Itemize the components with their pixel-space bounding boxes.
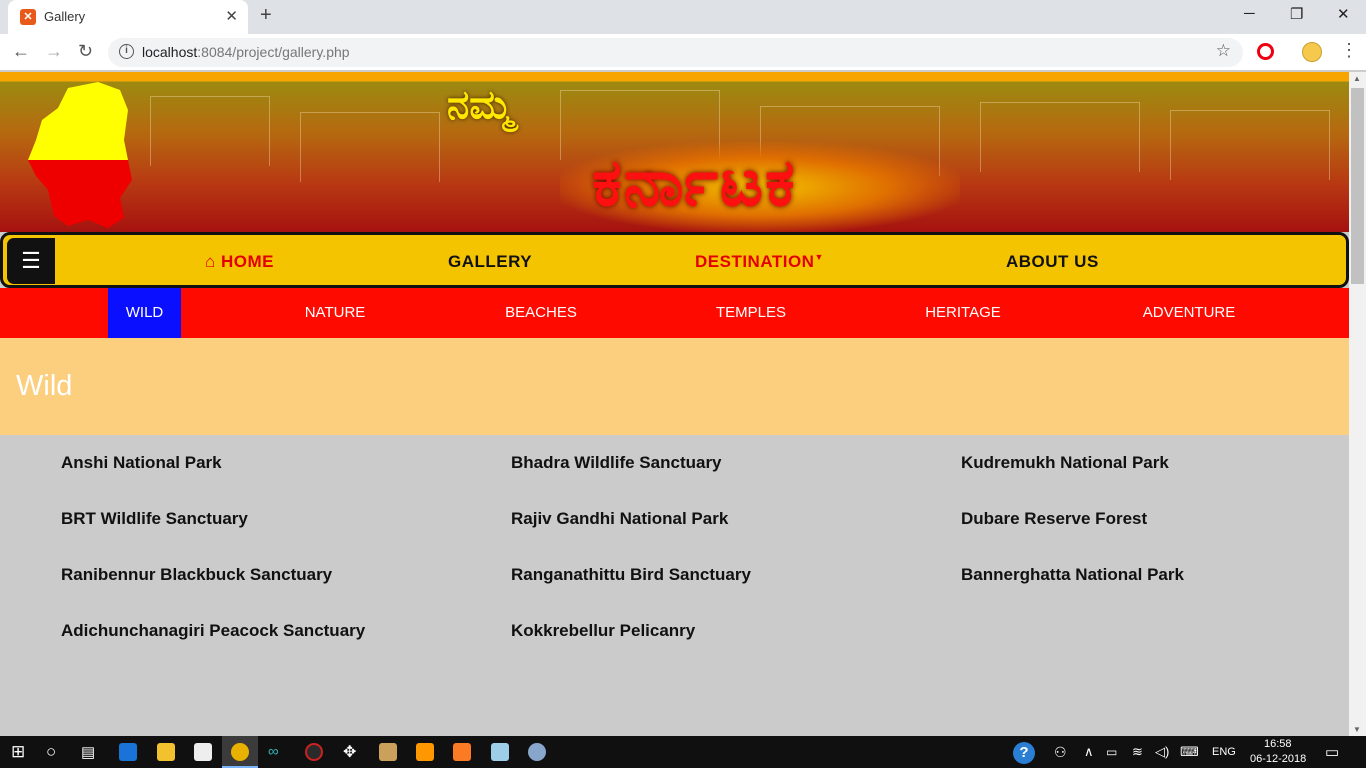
- notepad-icon[interactable]: [491, 743, 509, 761]
- keyboard-icon[interactable]: ⌨: [1180, 744, 1199, 760]
- subnav-wild[interactable]: WILD: [108, 288, 181, 338]
- tray-chevron-icon[interactable]: ∧: [1084, 744, 1094, 760]
- place-link[interactable]: BRT Wildlife Sanctuary: [61, 509, 248, 529]
- nav-destination[interactable]: DESTINATION▼: [695, 252, 824, 272]
- subnav-nature[interactable]: NATURE: [290, 288, 380, 338]
- place-link[interactable]: Dubare Reserve Forest: [961, 509, 1147, 529]
- category-subnav: WILD NATURE BEACHES TEMPLES HERITAGE ADV…: [0, 288, 1349, 338]
- subnav-heritage[interactable]: HERITAGE: [913, 288, 1013, 338]
- help-icon[interactable]: ?: [1013, 742, 1035, 764]
- page-scrollbar[interactable]: ▲ ▼: [1349, 72, 1366, 736]
- subnav-adventure[interactable]: ADVENTURE: [1132, 288, 1246, 338]
- scroll-down-icon[interactable]: ▼: [1353, 725, 1361, 734]
- windows-start-icon[interactable]: ⊞: [11, 742, 25, 762]
- subnav-beaches[interactable]: BEACHES: [495, 288, 587, 338]
- file-explorer-icon[interactable]: [157, 743, 175, 761]
- paint-icon[interactable]: [379, 743, 397, 761]
- category-header: Wild: [0, 338, 1349, 435]
- arduino-icon[interactable]: ∞: [268, 743, 279, 760]
- xampp-icon[interactable]: [453, 743, 471, 761]
- category-title: Wild: [16, 370, 73, 402]
- close-tab-icon[interactable]: ✕: [225, 7, 238, 25]
- edge-icon[interactable]: [119, 743, 137, 761]
- home-icon: ⌂: [205, 252, 216, 271]
- xampp-favicon-icon: ✕: [20, 9, 36, 25]
- page-content: ನಮ್ಮ ಕರ್ನಾಟಕ ☰ ⌂ HOME GALLERY DESTINATIO…: [0, 72, 1349, 736]
- paint3d-icon[interactable]: [528, 743, 546, 761]
- reload-icon[interactable]: ↻: [78, 41, 93, 62]
- place-link[interactable]: Rajiv Gandhi National Park: [511, 509, 728, 529]
- language-indicator[interactable]: ENG: [1212, 746, 1236, 758]
- windows-taskbar: ⊞ ○ ▤ ∞ ✥ ? ⚇ ∧ ▭ ≋ ◁) ⌨ ENG 16:58 06-12…: [0, 736, 1366, 768]
- volume-icon[interactable]: ◁): [1155, 744, 1169, 760]
- karnataka-map-icon: [28, 82, 132, 228]
- scroll-thumb[interactable]: [1351, 88, 1364, 284]
- tab-strip: ✕ Gallery ✕ + ─ ❐ ✕: [0, 0, 1366, 34]
- address-bar-row: ← → ↻ i localhost:8084/project/gallery.p…: [0, 34, 1366, 71]
- back-icon[interactable]: ←: [12, 41, 30, 62]
- wifi-icon[interactable]: ≋: [1132, 744, 1143, 760]
- subnav-temples[interactable]: TEMPLES: [705, 288, 797, 338]
- tab-title: Gallery: [44, 9, 86, 24]
- new-tab-icon[interactable]: +: [260, 4, 272, 27]
- clock-time[interactable]: 16:58: [1264, 738, 1292, 750]
- task-view-icon[interactable]: ▤: [81, 743, 95, 761]
- url-input[interactable]: i localhost:8084/project/gallery.php ☆: [108, 38, 1243, 67]
- place-link[interactable]: Kudremukh National Park: [961, 453, 1169, 473]
- url-host: localhost: [142, 44, 198, 60]
- caret-down-icon: ▼: [814, 252, 824, 262]
- dropbox-icon[interactable]: ✥: [343, 742, 356, 762]
- place-link[interactable]: Bhadra Wildlife Sanctuary: [511, 453, 722, 473]
- scroll-up-icon[interactable]: ▲: [1353, 74, 1361, 83]
- nav-destination-label: DESTINATION: [695, 252, 815, 271]
- site-banner: ನಮ್ಮ ಕರ್ನಾಟಕ: [0, 72, 1349, 232]
- place-link[interactable]: Kokkrebellur Pelicanry: [511, 621, 695, 641]
- nav-home-label: HOME: [221, 252, 275, 271]
- store-icon[interactable]: [194, 743, 212, 761]
- opera-extension-icon[interactable]: [1257, 43, 1274, 60]
- logo-namma: ನಮ್ಮ: [447, 82, 513, 128]
- sublime-icon[interactable]: [416, 743, 434, 761]
- main-navbar: ☰ ⌂ HOME GALLERY DESTINATION▼ ABOUT US: [0, 232, 1349, 288]
- bookmark-star-icon[interactable]: ☆: [1216, 41, 1231, 61]
- place-link[interactable]: Anshi National Park: [61, 453, 222, 473]
- chrome-taskbar-button[interactable]: [222, 736, 258, 768]
- people-icon[interactable]: ⚇: [1054, 744, 1067, 761]
- nav-home[interactable]: ⌂ HOME: [205, 252, 274, 272]
- browser-menu-icon[interactable]: ⋮: [1340, 40, 1358, 61]
- notification-icon[interactable]: ▭: [1325, 743, 1339, 761]
- close-window-icon[interactable]: ✕: [1337, 5, 1350, 23]
- minimize-icon[interactable]: ─: [1244, 5, 1255, 22]
- logo-karnataka: ಕರ್ನಾಟಕ: [592, 144, 797, 221]
- place-link[interactable]: Ranibennur Blackbuck Sanctuary: [61, 565, 332, 585]
- hamburger-menu-icon[interactable]: ☰: [7, 238, 55, 284]
- maximize-icon[interactable]: ❐: [1290, 5, 1303, 23]
- info-icon[interactable]: i: [119, 44, 134, 59]
- place-link[interactable]: Adichunchanagiri Peacock Sanctuary: [61, 621, 365, 641]
- forward-icon[interactable]: →: [45, 41, 63, 62]
- chrome-icon: [231, 743, 249, 761]
- url-path: :8084/project/gallery.php: [197, 44, 350, 60]
- place-link[interactable]: Ranganathittu Bird Sanctuary: [511, 565, 751, 585]
- recorder-icon[interactable]: [305, 743, 323, 761]
- battery-icon[interactable]: ▭: [1106, 745, 1117, 759]
- emoji-extension-icon[interactable]: [1302, 42, 1322, 62]
- nav-about[interactable]: ABOUT US: [1006, 252, 1099, 272]
- tab-gallery[interactable]: ✕ Gallery ✕: [8, 0, 248, 34]
- cortana-icon[interactable]: ○: [46, 742, 56, 762]
- clock-date[interactable]: 06-12-2018: [1250, 753, 1306, 765]
- place-link[interactable]: Bannerghatta National Park: [961, 565, 1184, 585]
- nav-gallery[interactable]: GALLERY: [448, 252, 532, 272]
